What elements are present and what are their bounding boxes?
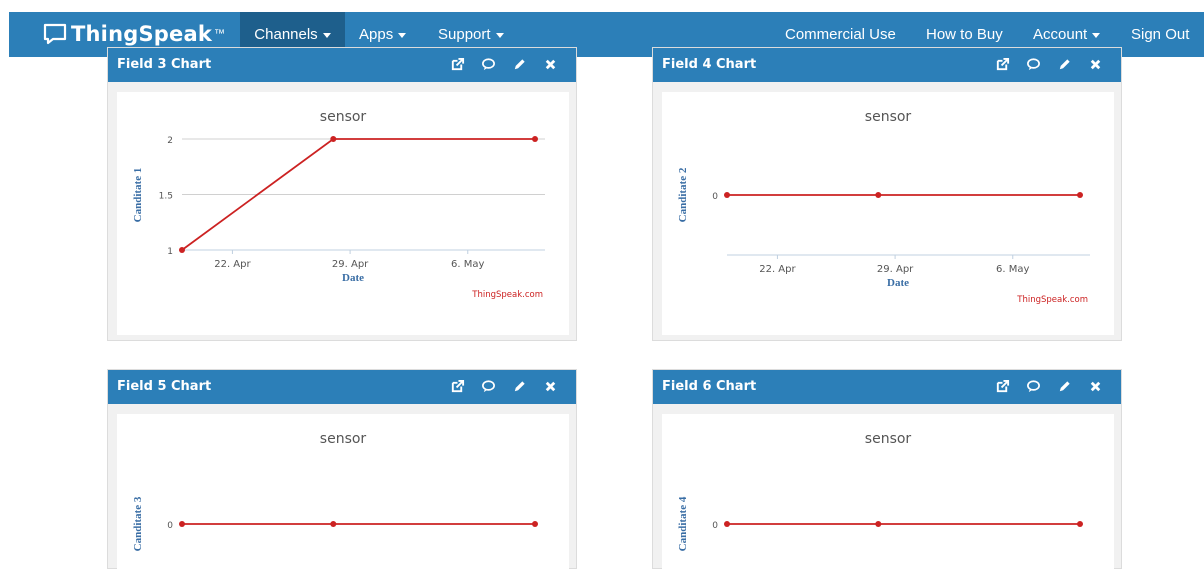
close-icon[interactable] bbox=[543, 57, 558, 72]
pencil-icon[interactable] bbox=[1057, 379, 1072, 394]
comment-icon[interactable] bbox=[1026, 57, 1041, 72]
caret-down-icon bbox=[495, 32, 504, 38]
panel-header: Field 3 Chart bbox=[108, 48, 576, 82]
close-icon[interactable] bbox=[543, 379, 558, 394]
data-point bbox=[330, 136, 337, 142]
line-chart: sensor Canditate 4 0 bbox=[677, 431, 1083, 551]
data-point bbox=[724, 521, 730, 527]
chart-area: sensor Canditate 4 0 bbox=[662, 414, 1114, 574]
panel-title: Field 3 Chart bbox=[117, 57, 212, 72]
close-icon[interactable] bbox=[1088, 379, 1103, 394]
panel-tools bbox=[450, 57, 558, 72]
nav-account-label: Account bbox=[1033, 26, 1088, 43]
x-axis-label: Date bbox=[887, 277, 909, 289]
chart-title: sensor bbox=[865, 431, 912, 447]
caret-down-icon bbox=[398, 32, 407, 38]
caret-down-icon bbox=[1092, 32, 1101, 38]
brand-name: ThingSpeak bbox=[71, 22, 212, 46]
panel-header: Field 4 Chart bbox=[653, 48, 1121, 82]
comment-icon[interactable] bbox=[481, 379, 496, 394]
panel-header: Field 6 Chart bbox=[653, 370, 1121, 404]
x-tick-label: 6. May bbox=[451, 259, 484, 270]
nav-support-label: Support bbox=[438, 26, 491, 43]
external-link-icon[interactable] bbox=[450, 379, 465, 394]
y-axis-label: Canditate 3 bbox=[132, 496, 144, 551]
panel-tools bbox=[995, 379, 1103, 394]
external-link-icon[interactable] bbox=[450, 57, 465, 72]
y-axis-label: Canditate 4 bbox=[677, 496, 689, 551]
data-point bbox=[875, 521, 882, 527]
chart-title: sensor bbox=[865, 109, 912, 125]
nav-how-to-buy-label: How to Buy bbox=[926, 26, 1003, 43]
chart-title: sensor bbox=[320, 431, 367, 447]
x-tick-label: 22. Apr bbox=[759, 264, 796, 275]
x-tick-label: 29. Apr bbox=[877, 264, 914, 275]
external-link-icon[interactable] bbox=[995, 57, 1010, 72]
pencil-icon[interactable] bbox=[512, 57, 527, 72]
panel-header: Field 5 Chart bbox=[108, 370, 576, 404]
field-6-chart-panel: Field 6 Chart sensor Canditate 4 0 bbox=[652, 369, 1122, 574]
y-tick-label: 2 bbox=[167, 136, 173, 146]
chart-area: sensor Canditate 2 0 22. Apr 29. Apr 6. May Da… bbox=[662, 92, 1114, 335]
x-tick-label: 22. Apr bbox=[214, 259, 251, 270]
panel-tools bbox=[450, 379, 558, 394]
line-chart: sensor Canditate 1 1 1.5 2 22. Apr 29. Apr 6. M… bbox=[132, 109, 545, 300]
panel-tools bbox=[995, 57, 1103, 72]
panel-title: Field 4 Chart bbox=[662, 57, 757, 72]
comment-icon[interactable] bbox=[481, 57, 496, 72]
nav-commercial-use-label: Commercial Use bbox=[785, 26, 896, 43]
nav-channels-label: Channels bbox=[254, 26, 318, 43]
y-tick-label: 0 bbox=[712, 192, 718, 202]
field-4-chart-panel: Field 4 Chart sensor Canditate 2 0 22. Apr 2… bbox=[652, 47, 1122, 341]
data-point bbox=[1077, 192, 1083, 198]
y-tick-label: 1.5 bbox=[159, 192, 173, 202]
panel-title: Field 6 Chart bbox=[662, 379, 757, 394]
chart-area: sensor Canditate 3 0 bbox=[117, 414, 569, 574]
close-icon[interactable] bbox=[1088, 57, 1103, 72]
chart-area: sensor Canditate 1 1 1.5 2 22. Apr 29. Apr 6. M… bbox=[117, 92, 569, 335]
data-point bbox=[179, 247, 185, 253]
field-3-chart-panel: Field 3 Chart sensor Canditate 1 1 1.5 2 22. … bbox=[107, 47, 577, 341]
x-tick-label: 29. Apr bbox=[332, 259, 369, 270]
caret-down-icon bbox=[322, 32, 331, 38]
y-tick-label: 0 bbox=[712, 521, 718, 531]
panel-title: Field 5 Chart bbox=[117, 379, 212, 394]
line-chart: sensor Canditate 3 0 bbox=[132, 431, 538, 551]
data-point bbox=[532, 521, 538, 527]
y-tick-label: 0 bbox=[167, 521, 173, 531]
data-point bbox=[179, 521, 185, 527]
data-point bbox=[330, 521, 337, 527]
brand-trademark: ™ bbox=[214, 28, 225, 40]
y-axis-label: Canditate 2 bbox=[677, 167, 689, 222]
credit-label: ThingSpeak.com bbox=[471, 290, 543, 300]
data-point bbox=[1077, 521, 1083, 527]
x-axis-label: Date bbox=[342, 272, 364, 284]
field-5-chart-panel: Field 5 Chart sensor Canditate 3 0 bbox=[107, 369, 577, 574]
y-tick-label: 1 bbox=[167, 247, 173, 257]
nav-sign-out-label: Sign Out bbox=[1131, 26, 1190, 43]
chat-bubble-icon bbox=[43, 23, 67, 45]
brand-logo[interactable]: ThingSpeak ™ bbox=[43, 19, 225, 49]
data-point bbox=[532, 136, 538, 142]
chart-title: sensor bbox=[320, 109, 367, 125]
y-axis-label: Canditate 1 bbox=[132, 168, 144, 223]
nav-apps-label: Apps bbox=[359, 26, 394, 43]
x-tick-label: 6. May bbox=[996, 264, 1029, 275]
data-point bbox=[875, 192, 882, 198]
credit-label: ThingSpeak.com bbox=[1016, 295, 1088, 305]
data-point bbox=[724, 192, 730, 198]
pencil-icon[interactable] bbox=[512, 379, 527, 394]
external-link-icon[interactable] bbox=[995, 379, 1010, 394]
comment-icon[interactable] bbox=[1026, 379, 1041, 394]
nav-sign-out[interactable]: Sign Out bbox=[1131, 12, 1189, 57]
pencil-icon[interactable] bbox=[1057, 57, 1072, 72]
line-chart: sensor Canditate 2 0 22. Apr 29. Apr 6. May Da… bbox=[677, 109, 1090, 305]
